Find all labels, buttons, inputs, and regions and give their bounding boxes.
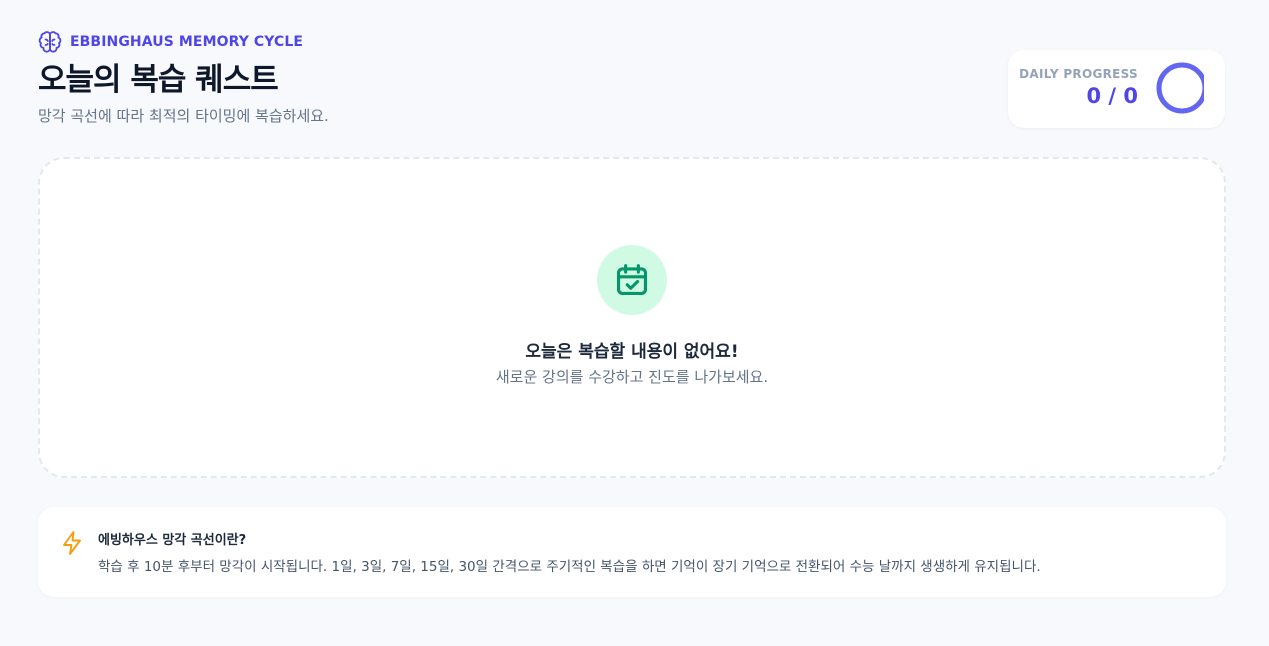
review-quest-page: EBBINGHAUS MEMORY CYCLE 오늘의 복습 퀘스트 망각 곡선…: [0, 0, 1269, 646]
progress-ring-fill: [1156, 62, 1204, 114]
page-header: EBBINGHAUS MEMORY CYCLE 오늘의 복습 퀘스트 망각 곡선…: [38, 30, 329, 126]
info-body: 학습 후 10분 후부터 망각이 시작됩니다. 1일, 3일, 7일, 15일,…: [98, 559, 1041, 575]
info-title: 에빙하우스 망각 곡선이란?: [98, 533, 247, 548]
empty-state-card: 오늘은 복습할 내용이 없어요! 새로운 강의를 수강하고 진도를 나가보세요.: [38, 157, 1226, 478]
page-subtitle: 망각 곡선에 따라 최적의 타이밍에 복습하세요.: [38, 107, 329, 125]
empty-state-icon-badge: [597, 245, 667, 315]
brain-icon: [38, 30, 62, 54]
progress-ring: [1154, 60, 1204, 114]
empty-state-subtitle: 새로운 강의를 수강하고 진도를 나가보세요.: [495, 368, 769, 386]
page-title: 오늘의 복습 퀘스트: [38, 62, 279, 98]
calendar-check-icon: [613, 261, 651, 299]
daily-progress-card: DAILY PROGRESS 0 / 0: [1008, 50, 1225, 128]
empty-state-title: 오늘은 복습할 내용이 없어요!: [525, 342, 739, 362]
forgetting-curve-info-card: 에빙하우스 망각 곡선이란? 학습 후 10분 후부터 망각이 시작됩니다. 1…: [38, 507, 1226, 597]
eyebrow: EBBINGHAUS MEMORY CYCLE: [38, 30, 329, 54]
progress-count: 0 / 0: [1086, 84, 1138, 108]
progress-label: DAILY PROGRESS: [1019, 67, 1138, 81]
eyebrow-label: EBBINGHAUS MEMORY CYCLE: [70, 34, 304, 50]
lightning-icon: [60, 530, 84, 556]
